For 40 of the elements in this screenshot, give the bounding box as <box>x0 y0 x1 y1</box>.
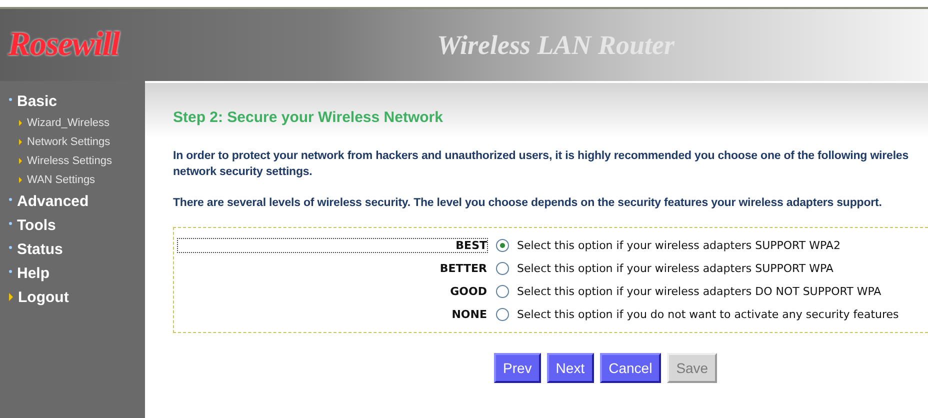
dot-bullet-icon <box>9 270 12 272</box>
security-level-label: BEST <box>178 239 487 252</box>
arrow-bullet-icon <box>19 138 22 144</box>
option-description: Select this option if your wireless adapters SUPPORT WPA <box>517 262 834 275</box>
dot-bullet-icon <box>9 222 12 224</box>
sidebar-submenu-item[interactable]: Network Settings <box>27 136 110 148</box>
page-heading: Step 2: Secure your Wireless Network <box>173 109 444 126</box>
sidebar-menu-item[interactable]: Basic <box>17 94 58 108</box>
sidebar-menu-item[interactable]: Tools <box>17 218 56 232</box>
sidebar-submenu-item[interactable]: Wireless Settings <box>27 154 112 166</box>
sidebar-submenu-item[interactable]: Wizard_Wireless <box>27 116 110 128</box>
arrow-bullet-icon <box>19 120 22 126</box>
sidebar-menu-item[interactable]: Advanced <box>17 194 89 208</box>
arrow-bullet-icon <box>9 293 13 301</box>
intro-text-line: network security settings. <box>173 165 314 180</box>
dot-bullet-icon <box>9 98 12 100</box>
brand-logo: Rosewill <box>7 26 121 64</box>
dot-bullet-icon <box>9 246 12 248</box>
radio-button[interactable] <box>496 285 509 298</box>
radio-button[interactable] <box>496 262 509 275</box>
sidebar-menu-item[interactable]: Help <box>17 266 50 280</box>
security-level-label: NONE <box>450 308 487 321</box>
wizard-button[interactable]: Prev <box>494 353 541 383</box>
option-description: Select this option if your wireless adapters DO NOT SUPPORT WPA <box>517 285 882 298</box>
option-description: Select this option if you do not want to activate any security features <box>517 308 899 321</box>
radio-button[interactable] <box>496 239 509 252</box>
arrow-bullet-icon <box>19 158 22 164</box>
security-level-label: BETTER <box>438 262 487 275</box>
security-levels-note: There are several levels of wireless security. The level you choose depends on the security features your wireless adapters support. <box>173 196 883 211</box>
intro-text-line: In order to protect your network from hackers and unauthorized users, it is highly recommended you choose one of the following wireles <box>173 149 910 164</box>
sidebar-submenu-item[interactable]: WAN Settings <box>27 174 96 186</box>
sidebar-menu-item[interactable]: Status <box>17 242 63 256</box>
arrow-bullet-icon <box>19 176 22 182</box>
wizard-button[interactable]: Cancel <box>600 353 662 383</box>
dot-bullet-icon <box>9 198 12 200</box>
security-level-label: GOOD <box>449 285 487 298</box>
sidebar-menu-item[interactable]: Logout <box>18 290 69 304</box>
wizard-button[interactable]: Next <box>546 353 594 383</box>
radio-button[interactable] <box>496 308 509 321</box>
option-description: Select this option if your wireless adapters SUPPORT WPA2 <box>517 239 840 252</box>
